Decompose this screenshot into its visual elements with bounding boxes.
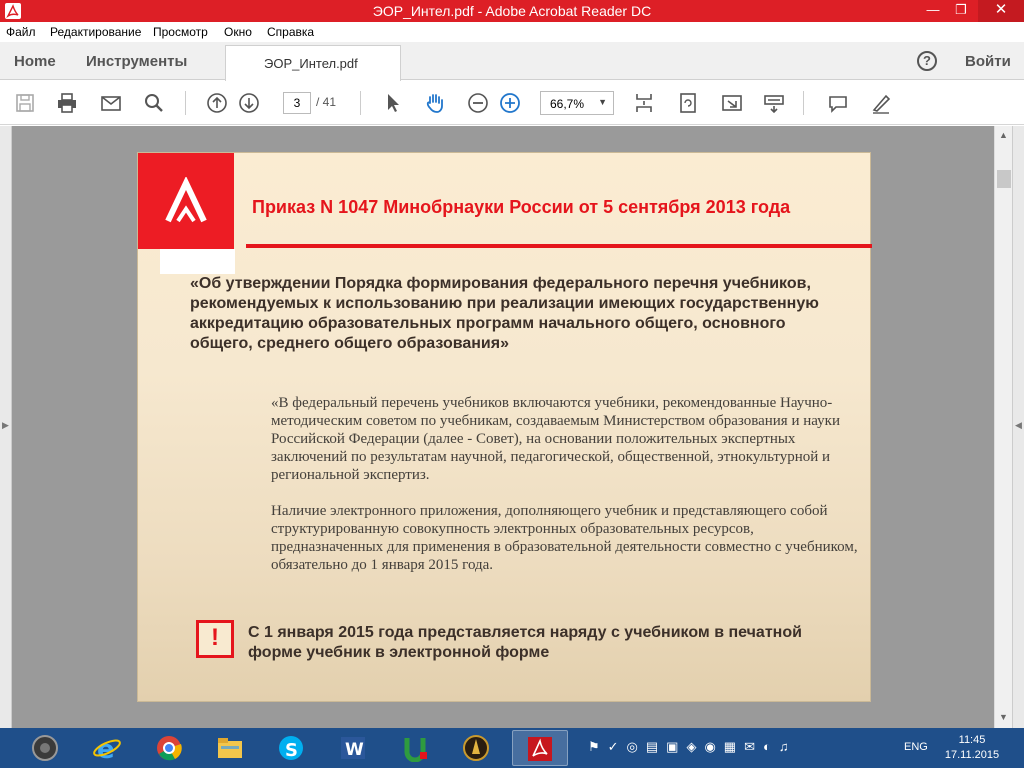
skype-icon[interactable]: S — [264, 730, 320, 766]
tab-document-label: ЭОР_Интел.pdf — [264, 56, 358, 71]
scroll-down-icon[interactable]: ▼ — [999, 712, 1008, 722]
taskbar: e S W ⚑✓◎▤▣◈◉▦✉◐♫ ENG 11:45 17.11.2015 — [0, 728, 1024, 768]
toolbar-separator — [803, 91, 804, 115]
chrome-icon[interactable] — [142, 730, 198, 766]
rotate-icon[interactable] — [676, 91, 700, 115]
menu-edit[interactable]: Редактирование — [50, 25, 141, 39]
next-page-icon[interactable] — [237, 91, 261, 115]
quote-paragraph-1: «В федеральный перечень учебников включа… — [271, 395, 840, 483]
select-cursor-icon[interactable] — [381, 91, 405, 115]
hand-icon[interactable] — [423, 91, 447, 115]
acrobat-reader-icon[interactable] — [512, 730, 568, 766]
scroll-up-icon[interactable]: ▲ — [999, 130, 1008, 140]
save-icon[interactable] — [13, 91, 37, 115]
close-button[interactable]: ✕ — [978, 0, 1024, 22]
internet-explorer-icon[interactable]: e — [80, 730, 136, 766]
document-viewport[interactable]: ▶ Приказ N 1047 Минобрнауки России от 5 … — [0, 126, 1024, 728]
menu-file[interactable]: Файл — [6, 25, 36, 39]
prev-page-icon[interactable] — [205, 91, 229, 115]
signin-button[interactable]: Войти — [965, 53, 1011, 70]
slide-title: Приказ N 1047 Минобрнауки России от 5 се… — [252, 197, 791, 217]
svg-text:W: W — [345, 740, 364, 760]
tab-home[interactable]: Home — [14, 53, 56, 70]
chevron-right-icon: ▶ — [2, 420, 9, 430]
menu-bar: Файл Редактирование Просмотр Окно Справк… — [0, 22, 1024, 42]
sign-icon[interactable] — [869, 91, 893, 115]
menu-view[interactable]: Просмотр — [153, 25, 208, 39]
system-tray-icons[interactable]: ⚑✓◎▤▣◈◉▦✉◐♫ — [588, 739, 797, 755]
tab-bar: Home Инструменты ЭОР_Интел.pdf ? Войти — [0, 42, 1024, 81]
zoom-select[interactable]: 66,7% ▼ — [540, 91, 614, 115]
app-gold-icon[interactable] — [449, 730, 505, 766]
svg-text:S: S — [285, 740, 298, 761]
fit-page-icon[interactable] — [632, 91, 656, 115]
title-bar: ЭОР_Интел.pdf - Adobe Acrobat Reader DC … — [0, 0, 1024, 22]
logo — [138, 153, 234, 249]
tab-document[interactable]: ЭОР_Интел.pdf — [225, 45, 401, 81]
svg-text:e: e — [97, 735, 115, 762]
clock-time: 11:45 — [958, 734, 986, 746]
chevron-left-icon: ◀ — [1015, 420, 1022, 430]
order-title: «Об утверждении Порядка формирования фед… — [190, 275, 819, 352]
zoom-out-icon[interactable] — [466, 91, 490, 115]
alert-text: С 1 января 2015 года представляется наря… — [248, 624, 802, 661]
toolbar-separator — [185, 91, 186, 115]
print-icon[interactable] — [55, 91, 79, 115]
word-icon[interactable]: W — [326, 730, 382, 766]
chevron-down-icon: ▼ — [598, 97, 607, 107]
title-divider — [246, 244, 872, 248]
clock-date: 17.11.2015 — [944, 749, 1000, 761]
toolbar: / 41 66,7% ▼ — [0, 81, 1024, 125]
language-indicator[interactable]: ENG — [904, 741, 928, 753]
app-u-icon[interactable] — [388, 730, 444, 766]
pdf-page: Приказ N 1047 Минобрнауки России от 5 се… — [137, 152, 872, 702]
clock[interactable]: 11:45 17.11.2015 — [944, 733, 1000, 763]
menu-help[interactable]: Справка — [267, 25, 314, 39]
maximize-button[interactable]: ❐ — [948, 0, 974, 22]
scroll-thumb[interactable] — [997, 170, 1011, 188]
tab-tools[interactable]: Инструменты — [86, 53, 187, 70]
comment-icon[interactable] — [826, 91, 850, 115]
left-panel-toggle[interactable]: ▶ — [0, 126, 12, 728]
right-panel-toggle[interactable]: ◀ — [1012, 126, 1024, 728]
keyboard-icon[interactable] — [762, 91, 786, 115]
quote-paragraph-2: Наличие электронного приложения, дополня… — [271, 503, 858, 573]
zoom-value: 66,7% — [550, 97, 585, 111]
fullscreen-icon[interactable] — [720, 91, 744, 115]
sound-recorder-icon[interactable] — [18, 730, 74, 766]
window-title: ЭОР_Интел.pdf - Adobe Acrobat Reader DC — [372, 3, 652, 19]
email-icon[interactable] — [99, 91, 123, 115]
help-icon[interactable]: ? — [917, 51, 937, 71]
page-number-input[interactable] — [283, 92, 311, 114]
search-icon[interactable] — [142, 91, 166, 115]
minimize-button[interactable]: — — [920, 0, 946, 22]
zoom-in-icon[interactable] — [498, 91, 522, 115]
exclamation-icon: ! — [196, 620, 234, 658]
logo-underline — [160, 249, 235, 274]
file-explorer-icon[interactable] — [203, 730, 259, 766]
page-total: / 41 — [316, 95, 337, 109]
quote-block: «В федеральный перечень учебников включа… — [271, 394, 861, 574]
menu-window[interactable]: Окно — [224, 25, 252, 39]
vertical-scrollbar[interactable]: ▲ ▼ — [994, 126, 1012, 728]
toolbar-separator — [360, 91, 361, 115]
